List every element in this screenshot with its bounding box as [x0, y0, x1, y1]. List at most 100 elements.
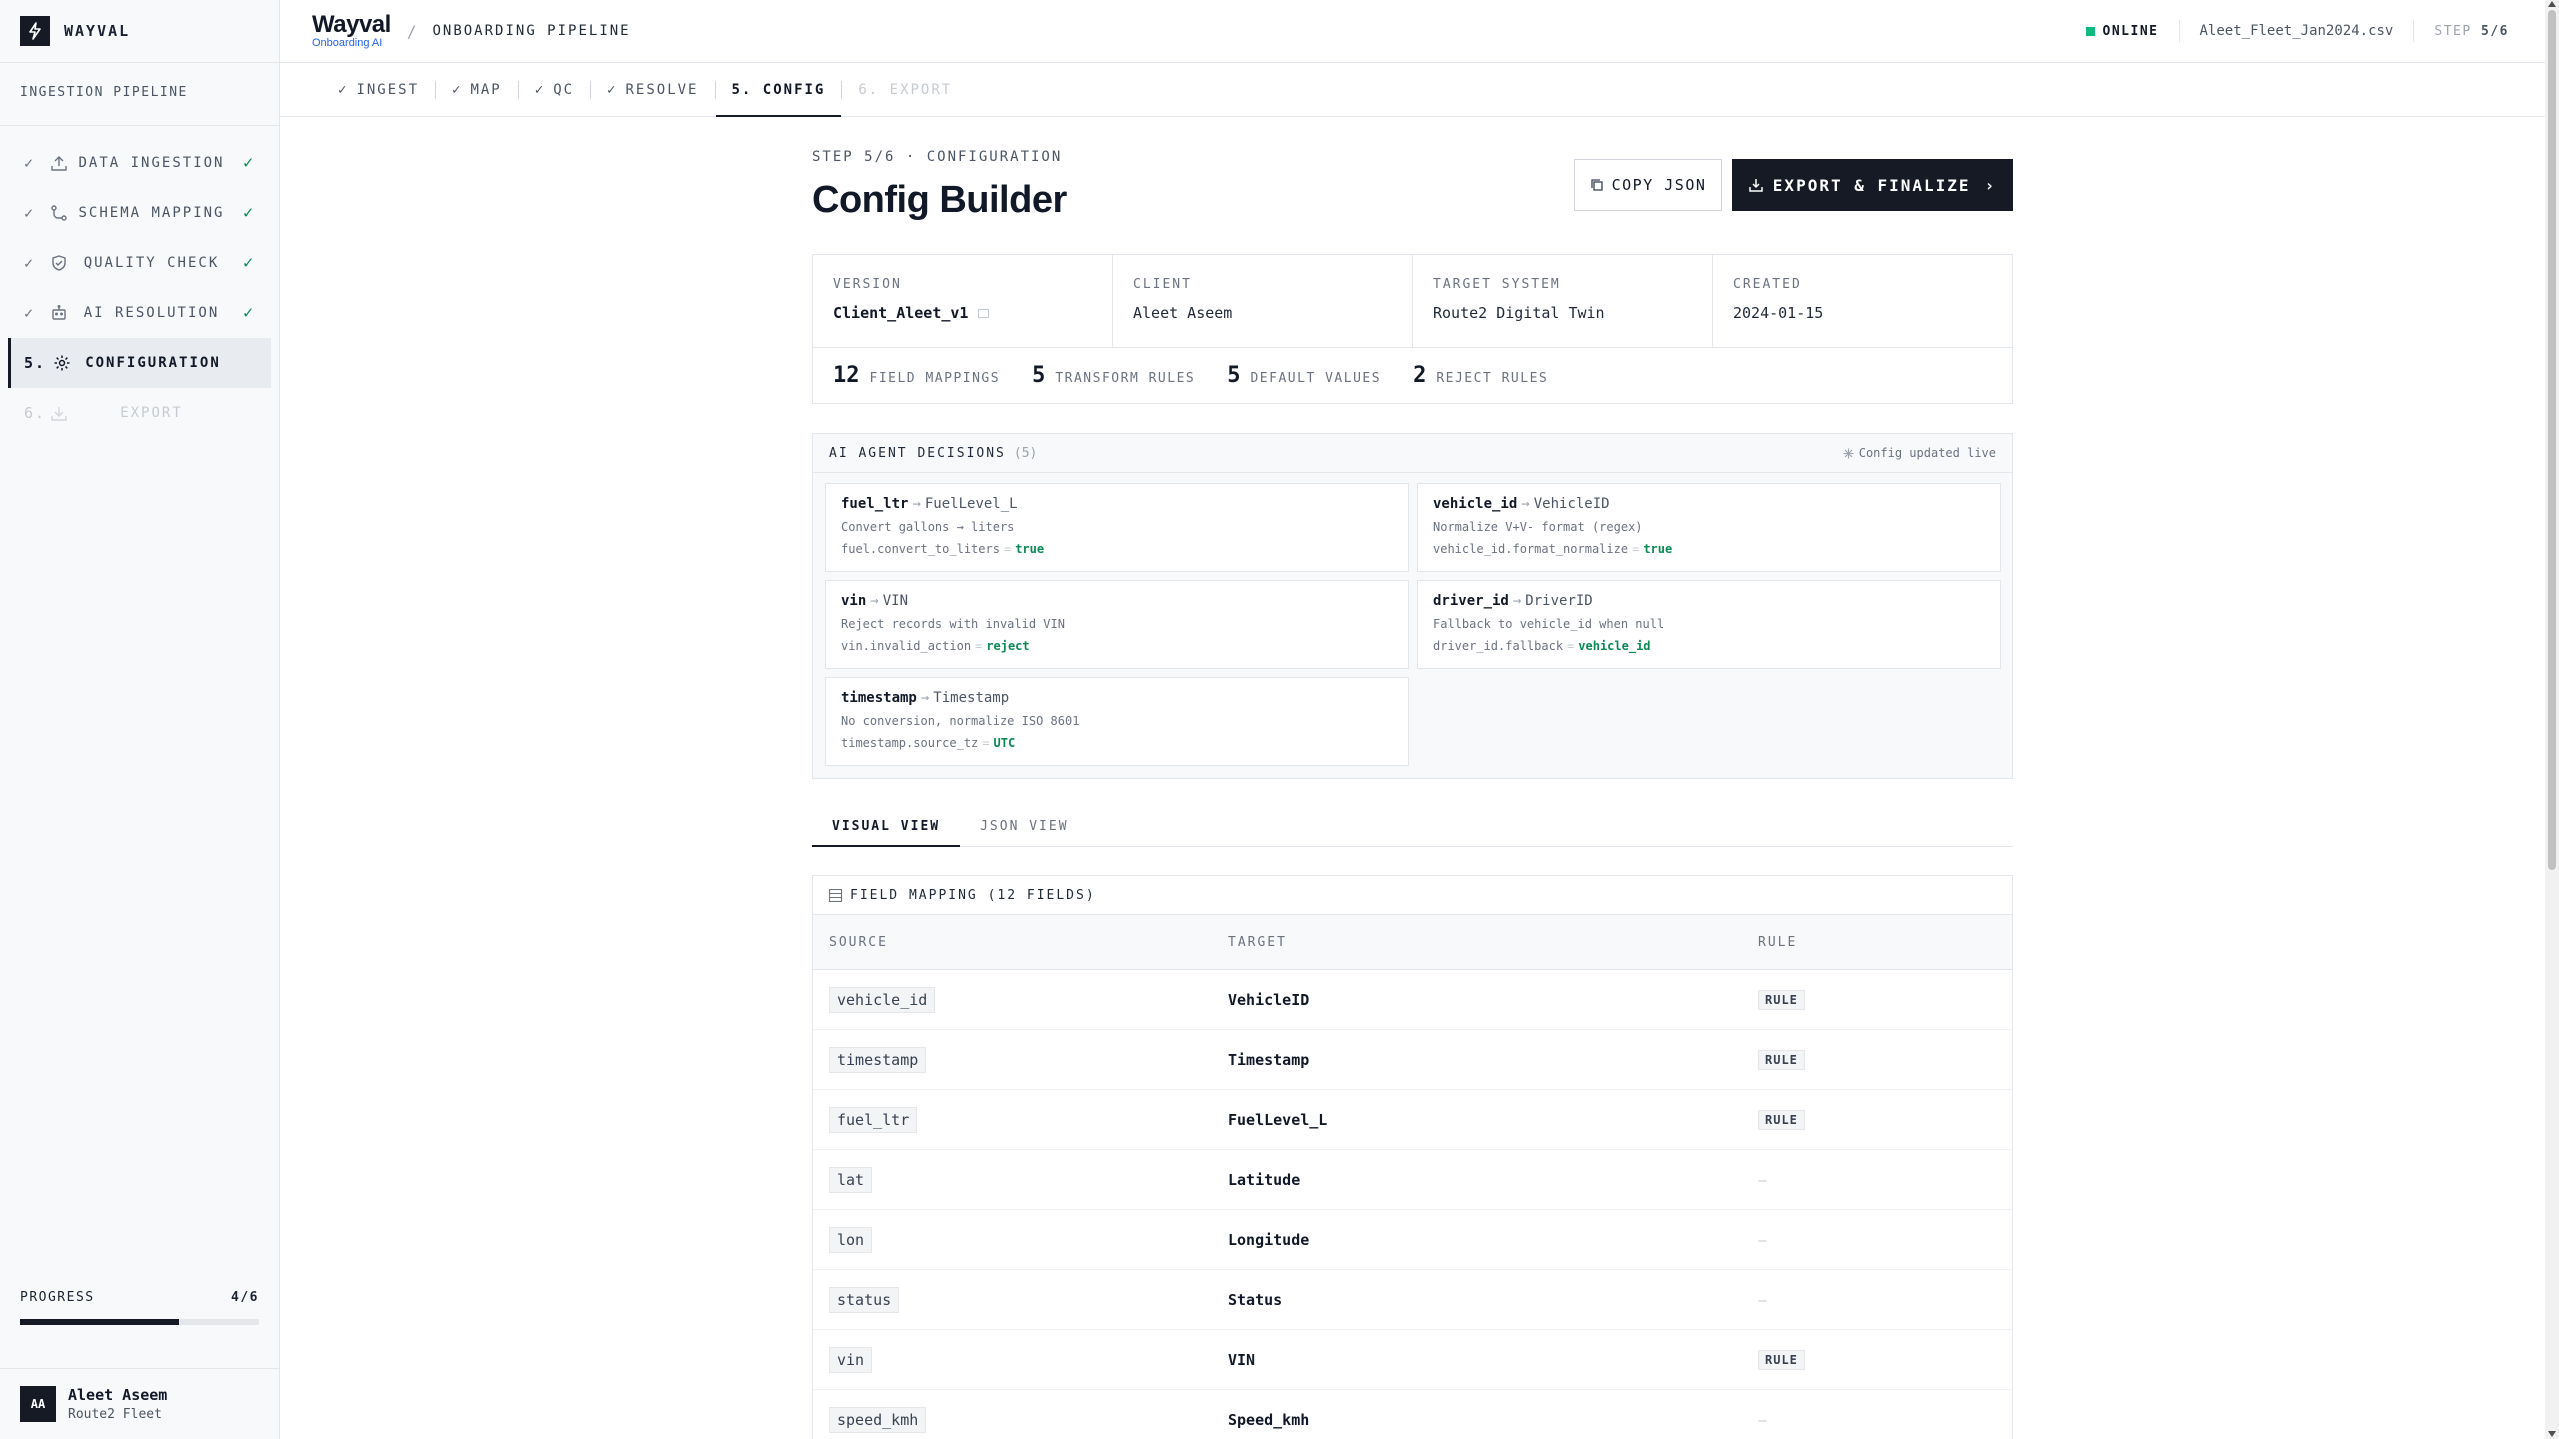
table-row[interactable]: vin VIN RULE [813, 1330, 2012, 1390]
online-dot-icon [2085, 26, 2095, 36]
table-row[interactable]: timestamp Timestamp RULE [813, 1030, 2012, 1090]
decision-card[interactable]: fuel_ltr → FuelLevel_L Convert gallons → l… [825, 483, 1409, 572]
tab-config[interactable]: 5. CONFIG [715, 63, 842, 117]
done-check-icon: ✓ [243, 253, 256, 273]
done-check-icon: ✓ [243, 203, 256, 223]
logo-title: Wayval [312, 11, 391, 38]
meta-target-system: TARGET SYSTEM Route2 Digital Twin [1413, 255, 1713, 347]
edit-icon[interactable] [977, 309, 989, 318]
target-field: VehicleID [1228, 991, 1310, 1009]
target-field: Speed_kmh [1228, 1411, 1310, 1429]
target-field: Timestamp [1228, 1051, 1310, 1069]
table-row[interactable]: vehicle_id VehicleID RULE [813, 970, 2012, 1030]
table-row[interactable]: lat Latitude — [813, 1150, 2012, 1210]
rule-badge[interactable]: RULE [1758, 990, 1805, 1010]
stat-default-values: 5 DEFAULT VALUES [1227, 363, 1382, 388]
download-icon [48, 402, 70, 424]
rule-empty: — [1758, 1293, 1767, 1309]
decision-card[interactable]: timestamp → Timestamp No conversion, norma… [825, 677, 1409, 766]
table-row[interactable]: status Status — [813, 1270, 2012, 1330]
main-content: STEP 5/6 · CONFIGURATION Config Builder … [812, 117, 2013, 1439]
tab-map[interactable]: ✓ MAP [436, 63, 518, 116]
config-meta-card: VERSION Client_Aleet_v1 CLIENT Aleet Ase… [812, 254, 2013, 404]
copy-json-label: COPY JSON [1611, 176, 1707, 194]
sidebar: WAYVAL INGESTION PIPELINE ✓ DATA INGESTI… [0, 0, 280, 1439]
export-finalize-label: EXPORT & FINALIZE [1772, 175, 1971, 195]
check-icon: ✓ [607, 81, 618, 98]
tab-json-view[interactable]: JSON VIEW [960, 807, 1088, 846]
field-mapping-header: FIELD MAPPING (12 FIELDS) [813, 876, 2012, 915]
sidebar-item-schema-mapping[interactable]: ✓ SCHEMA MAPPING ✓ [8, 188, 271, 238]
wayval-logo[interactable]: Wayval Onboarding AI [312, 13, 391, 49]
done-check-icon: ✓ [243, 303, 256, 323]
download-icon [1749, 179, 1763, 192]
rule-badge[interactable]: RULE [1758, 1110, 1805, 1130]
table-column-headers: SOURCE TARGET RULE [813, 915, 2012, 970]
status-badge: ONLINE [2085, 24, 2159, 39]
progress-label: PROGRESS [20, 1290, 95, 1305]
copy-icon [1590, 179, 1603, 191]
check-icon: ✓ [338, 81, 349, 98]
divider [2413, 20, 2415, 42]
tab-resolve[interactable]: ✓ RESOLVE [591, 63, 714, 116]
table-row[interactable]: speed_kmh Speed_kmh — [813, 1390, 2012, 1439]
target-field: VIN [1228, 1351, 1256, 1369]
decision-card[interactable]: vehicle_id → VehicleID Normalize V+V- form… [1417, 483, 2001, 572]
sidebar-item-label: SCHEMA MAPPING [78, 205, 225, 221]
sidebar-item-prefix: ✓ [24, 154, 36, 172]
rule-badge[interactable]: RULE [1758, 1050, 1805, 1070]
tab-qc[interactable]: ✓ QC [519, 63, 590, 116]
ai-decisions-title: AI AGENT DECISIONS [829, 445, 1006, 461]
scroll-up-arrow-icon[interactable] [2548, 1, 2556, 7]
rule-badge[interactable]: RULE [1758, 1350, 1805, 1370]
col-rule: RULE [1758, 934, 1798, 950]
target-field: Longitude [1228, 1231, 1310, 1249]
sidebar-item-prefix: 5. [24, 354, 47, 372]
decision-card[interactable]: driver_id → DriverID Fallback to vehicle_i… [1417, 580, 2001, 669]
sidebar-item-configuration[interactable]: 5. CONFIGURATION [8, 338, 271, 388]
config-stats: 12 FIELD MAPPINGS 5 TRANSFORM RULES 5 DEFAU… [813, 348, 2012, 403]
scrollbar-thumb[interactable] [2548, 10, 2556, 870]
divider [2178, 20, 2180, 42]
table-icon [829, 888, 842, 902]
breadcrumb[interactable]: ONBOARDING PIPELINE [432, 23, 630, 39]
source-field: timestamp [829, 1046, 927, 1073]
brand-name: WAYVAL [64, 22, 131, 40]
export-finalize-button[interactable]: EXPORT & FINALIZE › [1732, 159, 2013, 211]
top-header: Wayval Onboarding AI / ONBOARDING PIPELI… [280, 0, 2545, 63]
breadcrumb-separator: / [406, 21, 417, 41]
live-indicator: Config updated live [1843, 446, 1996, 460]
decision-card[interactable]: vin → VIN Reject records with invalid VIN … [825, 580, 1409, 669]
table-row[interactable]: fuel_ltr FuelLevel_L RULE [813, 1090, 2012, 1150]
sidebar-item-prefix: ✓ [24, 304, 36, 322]
sidebar-item-quality-check[interactable]: ✓ QUALITY CHECK ✓ [8, 238, 271, 288]
table-row[interactable]: lon Longitude — [813, 1210, 2012, 1270]
sparkle-icon [1843, 448, 1854, 458]
rule-empty: — [1758, 1173, 1767, 1189]
branch-icon [48, 202, 70, 224]
page-scrollbar[interactable] [2545, 0, 2559, 1439]
sidebar-section-title: INGESTION PIPELINE [0, 63, 279, 126]
user-org: Route2 Fleet [68, 1407, 162, 1422]
sidebar-item-label: EXPORT [120, 405, 183, 421]
page-actions: COPY JSON EXPORT & FINALIZE › [1574, 159, 2013, 211]
upload-icon [48, 152, 70, 174]
rule-empty: — [1758, 1413, 1767, 1429]
source-field: fuel_ltr [829, 1106, 918, 1133]
done-check-icon: ✓ [243, 153, 256, 173]
lightning-bolt-icon [20, 16, 50, 46]
sidebar-item-ai-resolution[interactable]: ✓ AI RESOLUTION ✓ [8, 288, 271, 338]
sidebar-item-label: QUALITY CHECK [83, 255, 220, 271]
copy-json-button[interactable]: COPY JSON [1574, 159, 1722, 211]
scroll-down-arrow-icon[interactable] [2548, 1431, 2556, 1437]
tab-ingest[interactable]: ✓ INGEST [322, 63, 435, 116]
chevron-right-icon: › [1984, 175, 1997, 195]
sidebar-item-data-ingestion[interactable]: ✓ DATA INGESTION ✓ [8, 138, 271, 188]
logo-subtitle: Onboarding AI [312, 37, 383, 49]
source-field: status [829, 1286, 900, 1313]
brand[interactable]: WAYVAL [0, 0, 279, 63]
source-field: lat [829, 1166, 873, 1193]
sidebar-item-label: DATA INGESTION [78, 155, 225, 171]
user-profile[interactable]: AA Aleet Aseem Route2 Fleet [0, 1368, 279, 1439]
tab-visual-view[interactable]: VISUAL VIEW [812, 807, 961, 847]
